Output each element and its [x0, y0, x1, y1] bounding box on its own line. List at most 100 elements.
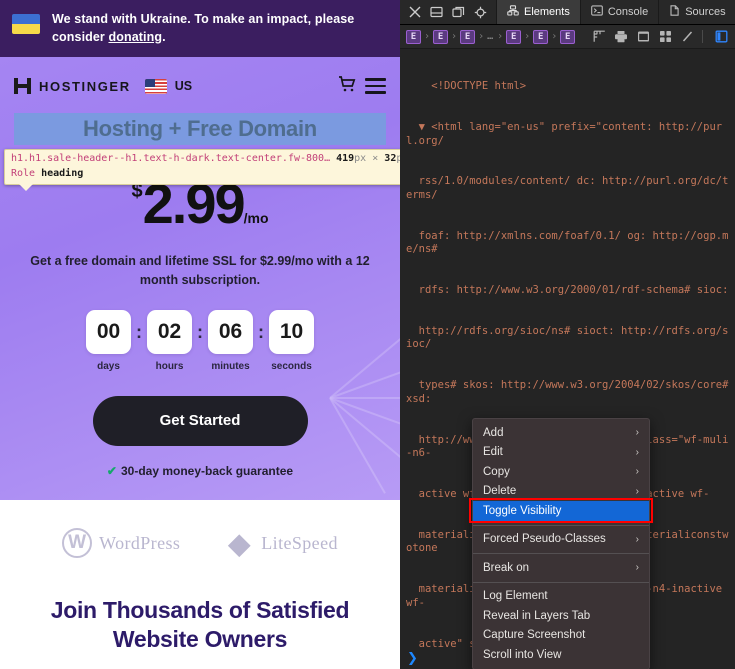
hostinger-logo-icon[interactable] [14, 78, 31, 94]
check-icon: ✔ [107, 464, 117, 478]
ukraine-banner: We stand with Ukraine. To make an impact… [0, 0, 400, 57]
context-menu-label: Forced Pseudo-Classes [483, 533, 636, 545]
tooltip-dimensions: 419px × 32px [336, 153, 400, 164]
tab-sources-label: Sources [685, 6, 725, 18]
grid-icon[interactable] [657, 30, 673, 44]
breadcrumb-separator: › [478, 31, 484, 42]
context-menu-item-add[interactable]: Add › [473, 423, 649, 443]
hero-heading-highlight: Hosting + Free Domain [0, 113, 400, 145]
tooltip-role-label: Role [11, 168, 35, 179]
breadcrumb-item[interactable]: E [560, 30, 575, 44]
context-menu-item-forced-pseudo-classes[interactable]: Forced Pseudo-Classes › [473, 530, 649, 550]
breadcrumb-item[interactable]: E [533, 30, 548, 44]
context-menu-separator [473, 553, 649, 554]
console-icon [591, 5, 603, 19]
wordpress-logo: W WordPress [62, 528, 180, 558]
price-period: /mo [244, 210, 269, 226]
donating-link[interactable]: donating [108, 30, 162, 44]
countdown-unit-days: 00 days [86, 310, 131, 372]
ukraine-flag-icon [12, 14, 40, 34]
inspect-target-icon[interactable] [474, 6, 487, 19]
context-menu-item-reveal-in-layers-tab[interactable]: Reveal in Layers Tab [473, 606, 649, 626]
countdown-label-hours: hours [147, 361, 192, 372]
panel-toggle-icon[interactable] [713, 30, 729, 44]
breadcrumb-item[interactable]: E [460, 30, 475, 44]
breadcrumb-item[interactable]: E [406, 30, 421, 44]
context-menu-item-capture-screenshot[interactable]: Capture Screenshot [473, 626, 649, 646]
context-menu-separator [473, 582, 649, 583]
context-menu-item-scroll-into-view[interactable]: Scroll into View [473, 645, 649, 665]
locale-label[interactable]: US [175, 79, 192, 93]
slash-icon[interactable] [679, 30, 695, 44]
wordpress-logo-label: WordPress [99, 533, 180, 554]
hero-subcopy: Get a free domain and lifetime SSL for $… [30, 252, 370, 290]
context-menu-item-copy[interactable]: Copy › [473, 462, 649, 482]
context-menu-label: Break on [483, 562, 636, 574]
devtools-tabbar: Elements Console Sources [400, 0, 735, 25]
bottom-section-heading: Join Thousands of Satisfied Website Owne… [0, 586, 400, 654]
dock-separate-icon[interactable] [452, 6, 465, 18]
devtools-context-menu: Add › Edit › Copy › Delete › Toggle Visi… [472, 418, 650, 669]
browser-viewport: We stand with Ukraine. To make an impact… [0, 0, 400, 669]
countdown-value-days: 00 [86, 310, 131, 354]
ukraine-banner-text: We stand with Ukraine. To make an impact… [52, 10, 388, 46]
us-flag-icon[interactable] [145, 79, 167, 94]
tab-elements[interactable]: Elements [496, 0, 580, 24]
context-menu-label: Edit [483, 446, 636, 458]
chevron-right-icon: › [636, 466, 639, 477]
countdown-separator-2: : [197, 310, 203, 354]
dom-line[interactable]: <!DOCTYPE html> [406, 80, 729, 94]
context-menu-label: Toggle Visibility [483, 505, 639, 517]
decorative-rays [220, 287, 400, 500]
dom-line[interactable]: foaf: http://xmlns.com/foaf/0.1/ og: htt… [406, 230, 729, 257]
context-menu-item-break-on[interactable]: Break on › [473, 558, 649, 578]
breadcrumb-item[interactable]: E [506, 30, 521, 44]
tab-console[interactable]: Console [580, 0, 658, 24]
context-menu-item-log-element[interactable]: Log Element [473, 587, 649, 607]
countdown-value-hours: 02 [147, 310, 192, 354]
devtools-inspect-tooltip: h1.h1.sale-header--h1.text-h-dark.text-c… [4, 149, 400, 185]
tab-sources[interactable]: Sources [658, 0, 735, 24]
ukraine-banner-text-before: We stand with Ukraine. To make an impact… [52, 12, 354, 44]
chevron-right-icon: › [636, 534, 639, 545]
context-menu-label: Scroll into View [483, 649, 639, 661]
device-frame-icon[interactable] [635, 30, 651, 44]
elements-icon [507, 5, 519, 19]
console-drawer-toggle[interactable]: ❯ [407, 651, 418, 666]
tooltip-selector: h1.h1.sale-header--h1.text-h-dark.text-c… [11, 153, 330, 164]
context-menu-item-delete[interactable]: Delete › [473, 482, 649, 502]
brand-name[interactable]: HOSTINGER [39, 79, 131, 94]
context-menu-item-toggle-visibility[interactable]: Toggle Visibility [473, 501, 649, 521]
dom-line[interactable]: http://rdfs.org/sioc/ns# sioct: http://r… [406, 325, 729, 352]
context-menu-label: Copy [483, 466, 636, 478]
dom-line[interactable]: ▼ <html lang="en-us" prefix="content: ht… [406, 121, 729, 148]
sources-icon [669, 5, 680, 19]
layout-ruler-icon[interactable] [591, 30, 607, 44]
close-icon[interactable] [409, 6, 421, 18]
tab-elements-label: Elements [524, 6, 570, 18]
countdown-separator-1: : [136, 310, 142, 354]
dom-line[interactable]: rss/1.0/modules/content/ dc: http://purl… [406, 175, 729, 202]
breadcrumb-item[interactable]: E [433, 30, 448, 44]
dock-bottom-icon[interactable] [430, 6, 443, 18]
shopping-cart-icon[interactable] [337, 74, 357, 99]
breadcrumb-separator: › [497, 31, 503, 42]
ukraine-banner-text-after: . [162, 30, 166, 44]
breadcrumb-separator: › [524, 31, 530, 42]
hero-section: HOSTINGER US h1.h1.sale-header--h1.tex [0, 57, 400, 500]
tooltip-role-value: heading [41, 168, 83, 179]
context-menu-label: Reveal in Layers Tab [483, 610, 639, 622]
breadcrumb-ellipsis[interactable]: … [487, 31, 494, 42]
dom-line[interactable]: types# skos: http://www.w3.org/2004/02/s… [406, 379, 729, 406]
dom-line[interactable]: rdfs: http://www.w3.org/2000/01/rdf-sche… [406, 284, 729, 298]
context-menu-label: Delete [483, 485, 636, 497]
tooltip-width-unit: px [354, 153, 366, 164]
breadcrumb-separator: › [424, 31, 430, 42]
context-menu-item-edit[interactable]: Edit › [473, 443, 649, 463]
tooltip-width: 419 [336, 153, 354, 164]
hamburger-menu-icon[interactable] [365, 74, 386, 97]
highlight-content-box: Hosting + Free Domain [14, 113, 386, 145]
tooltip-pointer [19, 184, 33, 191]
context-menu-label: Add [483, 427, 636, 439]
print-icon[interactable] [613, 30, 629, 44]
